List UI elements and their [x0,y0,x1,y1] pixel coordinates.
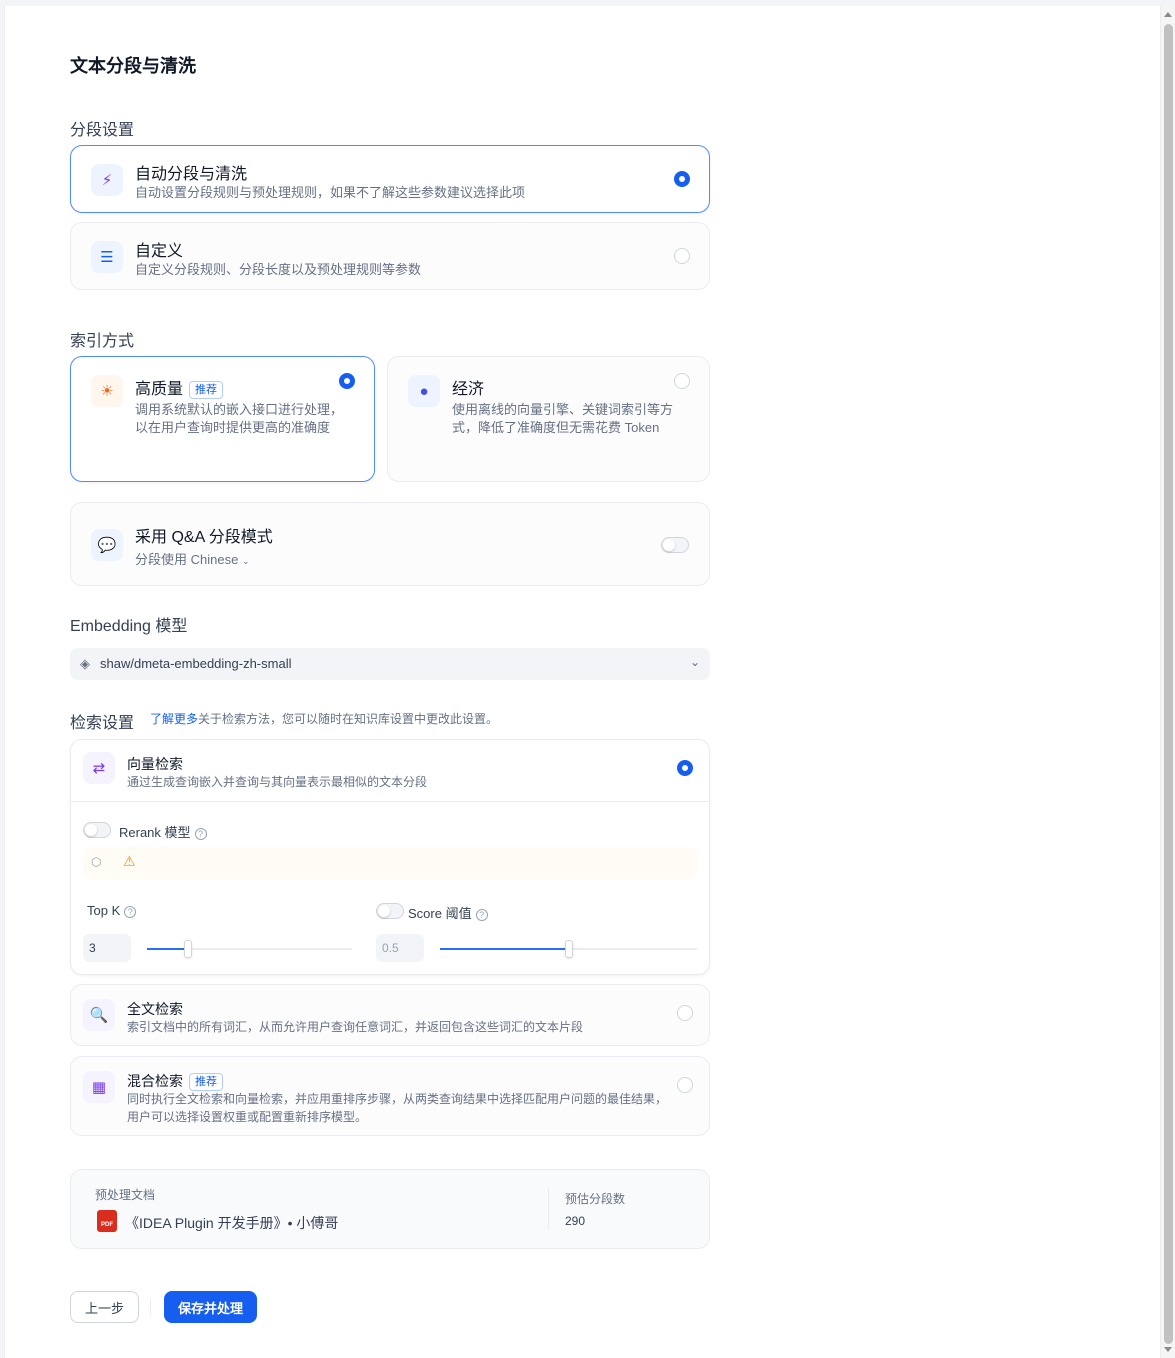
eco-desc-1: 使用离线的向量引擎、关键词索引等方 [452,402,674,417]
doc-label: 预处理文档 [95,1188,156,1202]
help-icon: ? [475,908,488,921]
high-desc-1: 调用系统默认的嵌入接口进行处理， [135,402,344,417]
main-panel: 文本分段与清洗 分段设置 ⚡ 自动分段与清洗 自动设置分段规则与预处理规则，如果… [4,6,1160,1358]
index-label: 索引方式 [70,333,135,350]
high-title: 高质量 推荐 [135,375,224,399]
fulltext-radio[interactable] [677,1005,693,1021]
custom-radio[interactable] [674,248,690,264]
cube-icon: ⬡ [91,855,102,869]
embedding-model-value: shaw/dmeta-embedding-zh-small [100,656,292,671]
piggy-bank-icon: ● [408,375,440,407]
sun-icon: ☀ [91,375,123,407]
preview-summary: 预处理文档 PDF 《IDEA Plugin 开发手册》• 小傅哥 预估分段数 … [70,1169,710,1249]
embedding-label: Embedding 模型 [70,618,188,635]
retrieval-note: 了解更多关于检索方法，您可以随时在知识库设置中更改此设置。 [150,712,499,726]
score-slider-handle[interactable] [565,940,573,958]
high-radio[interactable] [339,373,355,389]
document-search-icon: 🔍 [83,999,115,1031]
retrieval-label: 检索设置 [70,715,135,732]
vector-search-card[interactable]: ⇄ 向量检索 通过生成查询嵌入并查询与其向量表示最相似的文本分段 Rerank … [70,739,710,975]
model-icon: ◈ [80,656,90,671]
count-label: 预估分段数 [565,1192,626,1206]
option-high-quality[interactable]: ☀ 高质量 推荐 调用系统默认的嵌入接口进行处理， 以在用户查询时提供更高的准确度 [70,356,375,482]
custom-title: 自定义 [135,243,184,260]
rerank-warning: ⬡ ⚠ [83,847,697,879]
option-auto-segment[interactable]: ⚡ 自动分段与清洗 自动设置分段规则与预处理规则，如果不了解这些参数建议选择此项 [70,145,710,213]
recommend-badge: 推荐 [189,380,224,399]
option-economy[interactable]: ● 经济 使用离线的向量引擎、关键词索引等方 式，降低了准确度但无需花费 Tok… [387,356,710,482]
score-label: Score 阈值? [408,903,488,922]
eco-desc-2: 式，降低了准确度但无需花费 Token [452,420,660,435]
rerank-label: Rerank 模型? [119,822,207,841]
doc-name: 《IDEA Plugin 开发手册》• 小傅哥 [125,1215,339,1231]
chat-bubbles-icon: 💬 [91,529,123,561]
chevron-down-icon: ⌄ [241,556,250,566]
eco-title: 经济 [452,381,485,398]
help-icon: ? [124,905,137,918]
option-custom-segment[interactable]: ☰ 自定义 自定义分段规则、分段长度以及预处理规则等参数 [70,222,710,290]
vector-title: 向量检索 [127,756,183,772]
chevron-down-icon: ⌄ [689,655,700,669]
qa-toggle[interactable] [661,537,689,553]
topk-input[interactable]: 3 [83,934,131,962]
lightning-icon: ⚡ [91,164,123,196]
auto-title: 自动分段与清洗 [135,166,248,183]
score-input[interactable]: 0.5 [376,934,424,962]
hybrid-radio[interactable] [677,1077,693,1093]
count-value: 290 [565,1214,586,1228]
scrollbar-thumb[interactable] [1164,24,1173,1344]
topk-label: Top K? [87,903,137,918]
help-icon: ? [194,827,207,840]
vector-desc: 通过生成查询嵌入并查询与其向量表示最相似的文本分段 [127,775,428,789]
segmentation-label: 分段设置 [70,122,135,139]
custom-desc: 自定义分段规则、分段长度以及预处理规则等参数 [135,262,422,277]
divider [150,1299,151,1315]
auto-desc: 自动设置分段规则与预处理规则，如果不了解这些参数建议选择此项 [135,185,526,200]
back-button[interactable]: 上一步 [70,1291,139,1323]
embedding-model-select[interactable]: ◈ shaw/dmeta-embedding-zh-small ⌄ [70,648,710,680]
fulltext-desc: 索引文档中的所有词汇，从而允许用户查询任意词汇，并返回包含这些词汇的文本片段 [127,1020,584,1034]
warning-icon: ⚠ [123,853,136,869]
divider [71,801,709,802]
fulltext-title: 全文检索 [127,1001,183,1017]
eco-radio[interactable] [674,373,690,389]
scrollbar[interactable] [1160,6,1175,1358]
rerank-toggle[interactable] [83,822,111,838]
save-and-process-button[interactable]: 保存并处理 [164,1291,257,1323]
auto-radio[interactable] [674,171,690,187]
hybrid-desc-2: 用户可以选择设置权重或配置重新排序模型。 [127,1110,368,1124]
qa-lang-select[interactable]: 分段使用 Chinese ⌄ [135,551,250,570]
hybrid-search-card[interactable]: ▦ 混合检索 推荐 同时执行全文检索和向量检索，并应用重排序步骤，从两类查询结果中… [70,1056,710,1136]
high-desc-2: 以在用户查询时提供更高的准确度 [135,420,331,435]
score-slider-fill [440,948,569,950]
qa-title: 采用 Q&A 分段模式 [135,529,273,546]
divider [548,1188,549,1230]
page-title: 文本分段与清洗 [70,56,196,76]
score-toggle[interactable] [376,903,404,919]
scroll-down-icon[interactable] [1164,1347,1172,1352]
sliders-icon: ☰ [91,241,123,273]
learn-more-link[interactable]: 了解更多 [150,712,198,726]
scroll-up-icon[interactable] [1164,12,1172,17]
fulltext-search-card[interactable]: 🔍 全文检索 索引文档中的所有词汇，从而允许用户查询任意词汇，并返回包含这些词汇… [70,984,710,1046]
pdf-icon: PDF [97,1210,117,1232]
topk-slider-handle[interactable] [184,940,192,958]
vector-radio[interactable] [677,760,693,776]
qa-mode-card: 💬 采用 Q&A 分段模式 分段使用 Chinese ⌄ [70,502,710,586]
translate-icon: ⇄ [83,752,115,784]
recommend-badge: 推荐 [189,1073,223,1092]
hybrid-desc-1: 同时执行全文检索和向量检索，并应用重排序步骤，从两类查询结果中选择匹配用户问题的… [127,1092,668,1106]
topk-slider-fill [147,948,188,950]
grid-icon: ▦ [83,1071,115,1103]
hybrid-title: 混合检索 推荐 [127,1071,223,1092]
